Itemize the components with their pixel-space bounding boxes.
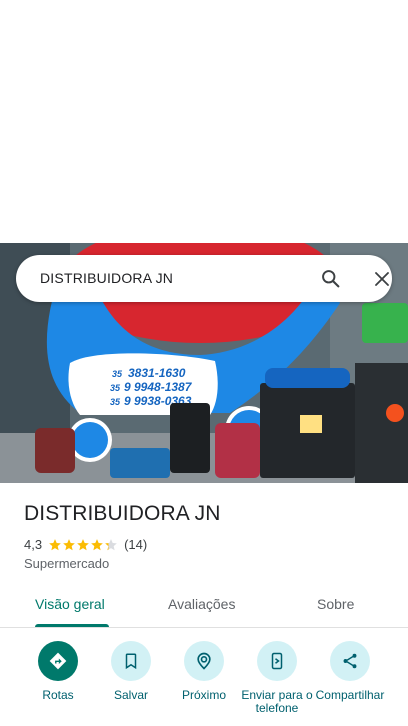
send-to-phone-label: Enviar para o telefone <box>241 688 313 715</box>
photo-phone-ddd-2: 35 <box>110 383 121 393</box>
star-icon <box>63 538 75 550</box>
save-label: Salvar <box>113 688 148 702</box>
search-bar[interactable]: DISTRIBUIDORA JN <box>16 255 392 302</box>
directions-label: Rotas <box>42 688 74 702</box>
search-button[interactable] <box>318 266 343 291</box>
nearby-icon <box>197 652 211 670</box>
search-icon <box>322 270 340 288</box>
directions-icon <box>49 652 67 670</box>
directions-button-circle <box>38 641 78 681</box>
nearby-button-circle <box>184 641 224 681</box>
photo-phone-number-2: 9 9948-1387 <box>124 380 193 394</box>
share-icon <box>343 653 357 669</box>
share-button-circle <box>330 641 370 681</box>
star-icon <box>49 538 61 550</box>
photo-phone-number-1: 3831-1630 <box>128 366 186 380</box>
bookmark-icon <box>125 653 137 670</box>
tab-reviews[interactable]: Avaliações <box>168 588 235 628</box>
place-page: 35 3831-1630 35 9 9948-1387 35 9 9938-03… <box>0 0 408 726</box>
save-button-circle <box>111 641 151 681</box>
close-icon <box>374 271 389 286</box>
rating-row[interactable]: 4,3 (14) <box>24 536 147 553</box>
share-button[interactable]: Compartilhar <box>312 641 388 702</box>
rating-value: 4,3 <box>24 537 43 552</box>
nearby-button[interactable]: Próximo <box>166 641 242 702</box>
clear-search-button[interactable] <box>369 266 394 291</box>
active-tab-indicator <box>35 624 109 627</box>
nearby-label: Próximo <box>181 688 226 702</box>
rating-stars <box>48 538 118 552</box>
share-label: Compartilhar <box>315 688 385 702</box>
place-title: DISTRIBUIDORA JN <box>24 502 221 525</box>
star-icon <box>91 538 103 550</box>
tab-about[interactable]: Sobre <box>317 588 354 628</box>
search-input[interactable]: DISTRIBUIDORA JN <box>40 255 173 302</box>
save-button[interactable]: Salvar <box>93 641 169 702</box>
photo-phone-ddd-3: 35 <box>110 397 121 407</box>
star-icon <box>105 538 117 550</box>
reviews-count[interactable]: (14) <box>124 537 147 552</box>
send-to-phone-button[interactable]: Enviar para o telefone <box>239 641 315 715</box>
tab-overview[interactable]: Visão geral <box>35 588 105 628</box>
send-to-phone-icon <box>271 652 283 670</box>
photo-phone-ddd-1: 35 <box>112 369 123 379</box>
send-to-phone-button-circle <box>257 641 297 681</box>
place-category[interactable]: Supermercado <box>24 556 109 571</box>
star-icon <box>77 538 89 550</box>
tab-bar: Visão geral Avaliações Sobre <box>0 588 408 628</box>
directions-button[interactable]: Rotas <box>20 641 96 702</box>
